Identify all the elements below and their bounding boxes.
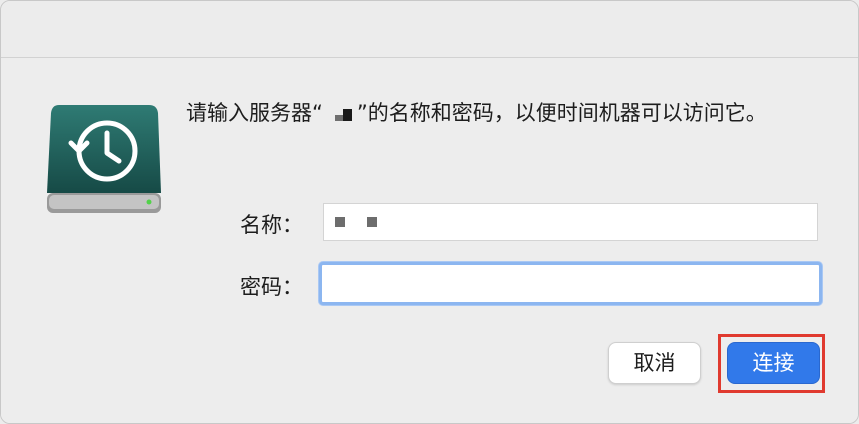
- password-field[interactable]: [319, 262, 822, 305]
- redacted-name-value: [335, 217, 385, 231]
- redacted-server-name: [323, 105, 357, 123]
- name-field[interactable]: [323, 203, 818, 241]
- name-label: 名称：: [240, 213, 303, 237]
- time-machine-drive-icon: [47, 105, 161, 213]
- cancel-button[interactable]: 取消: [608, 342, 701, 384]
- server-login-dialog: 请输入服务器“ ”的名称和密码，以便时间机器可以访问它。 名称： 密码： 取消 连…: [0, 0, 859, 424]
- message-text-end: ”的名称和密码，以便时间机器可以访问它。: [356, 101, 767, 125]
- message-text-start: 请输入服务器“: [186, 101, 323, 125]
- dialog-titlebar: [1, 1, 858, 58]
- connect-button[interactable]: 连接: [727, 342, 820, 384]
- dialog-message: 请输入服务器“ ”的名称和密码，以便时间机器可以访问它。: [186, 96, 836, 131]
- password-label: 密码：: [240, 275, 303, 299]
